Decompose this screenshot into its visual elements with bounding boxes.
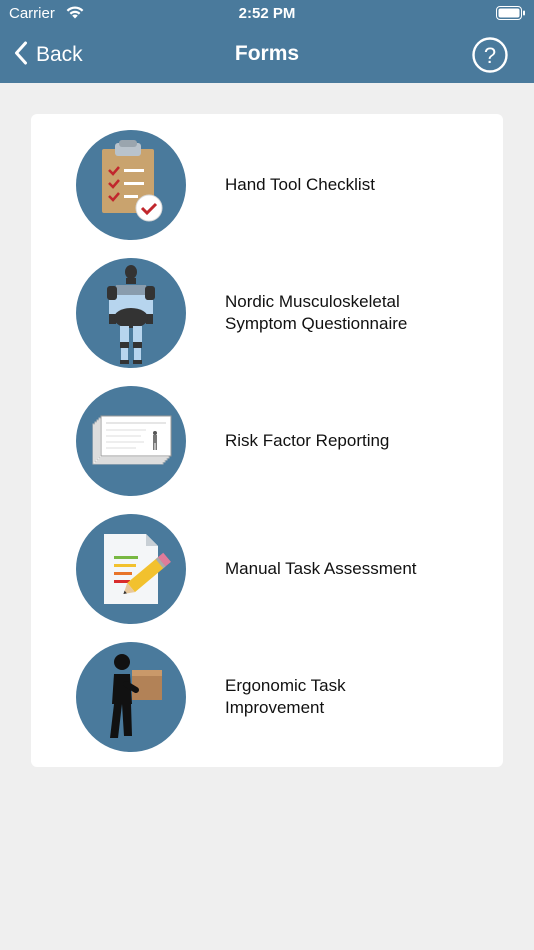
page-title: Forms [234, 42, 300, 65]
form-item-label: Risk Factor Reporting [225, 431, 390, 450]
report-pages-icon [76, 386, 186, 496]
form-item-label: Manual Task Assessment [225, 559, 417, 578]
clipboard-checklist-icon [76, 130, 186, 240]
help-icon: ? [472, 37, 508, 73]
form-item-nordic-questionnaire[interactable]: Nordic Musculoskeletal Symptom Questionn… [31, 258, 503, 370]
forms-list: Hand Tool Checklist Nordic Musculoskelet… [31, 114, 503, 767]
form-item-label: Ergonomic Task Improvement [225, 676, 346, 717]
form-item-hand-tool-checklist[interactable]: Hand Tool Checklist [31, 130, 503, 242]
person-carrying-box-icon [76, 642, 186, 752]
form-item-label: Hand Tool Checklist [225, 175, 375, 194]
form-item-ergonomic-task-improvement[interactable]: Ergonomic Task Improvement [31, 642, 503, 754]
form-item-manual-task-assessment[interactable]: Manual Task Assessment [31, 514, 503, 626]
status-time: 2:52 PM [238, 5, 296, 22]
help-button[interactable]: ? [472, 37, 508, 73]
status-bar: Carrier 2:52 PM [0, 0, 534, 28]
svg-text:?: ? [484, 43, 496, 68]
battery-icon [496, 6, 526, 25]
app-header: Carrier 2:52 PM Back Forms ? [0, 0, 534, 83]
navigation-bar: Back Forms ? [0, 28, 534, 83]
form-item-risk-factor-reporting[interactable]: Risk Factor Reporting [31, 386, 503, 498]
form-item-label: Nordic Musculoskeletal Symptom Questionn… [225, 292, 408, 333]
document-pencil-icon [76, 514, 186, 624]
body-diagram-icon [76, 258, 186, 368]
